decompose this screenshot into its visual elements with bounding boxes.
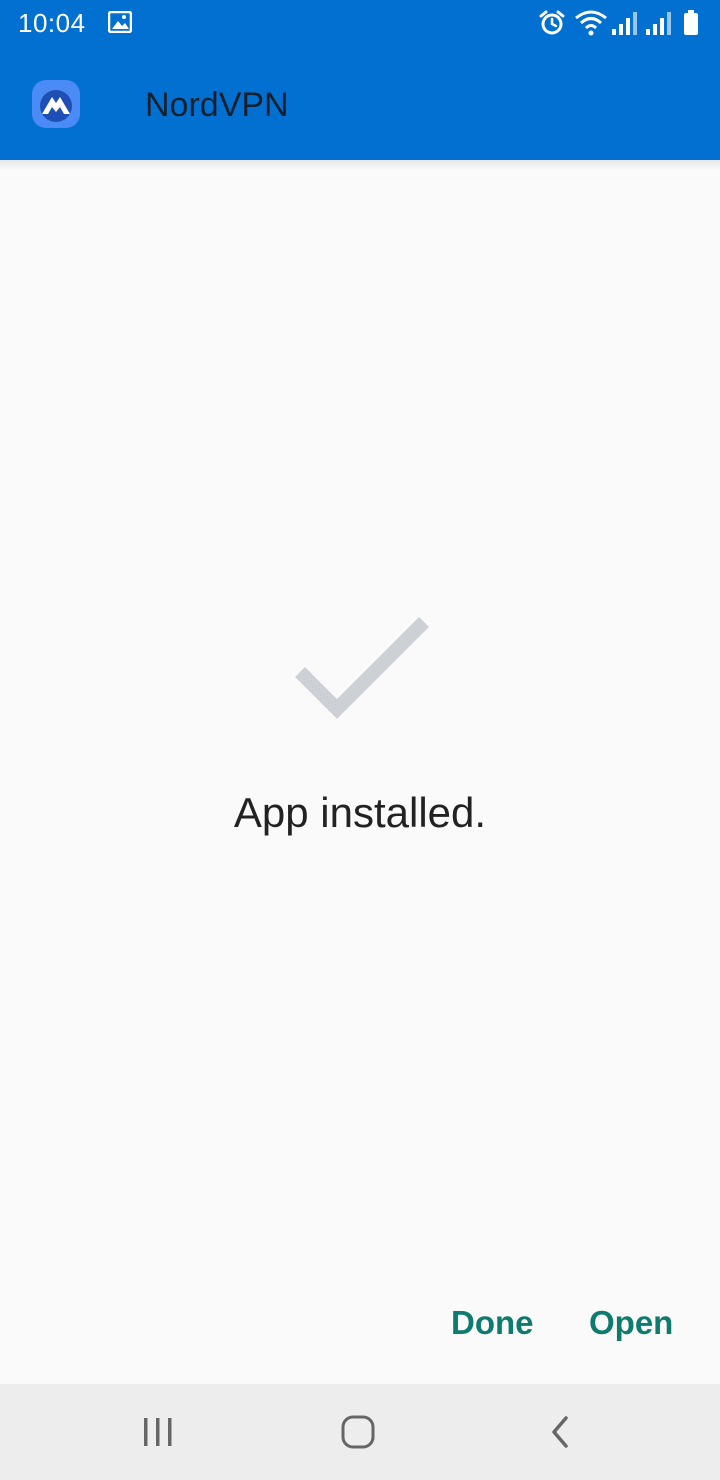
checkmark-icon [295,617,429,719]
nordvpn-app-icon [32,80,80,128]
navigation-bar [0,1384,720,1480]
open-button[interactable]: Open [587,1300,675,1346]
home-icon[interactable] [338,1412,378,1452]
app-title: NordVPN [145,86,289,124]
recents-icon[interactable] [140,1412,176,1452]
signal-icon [646,12,671,35]
alarm-icon [539,10,565,35]
status-time: 10:04 [18,8,86,38]
app-bar-shadow [0,160,720,170]
status-bar: 10:04 [0,0,720,46]
done-button[interactable]: Done [449,1300,536,1346]
gallery-icon [108,11,132,33]
install-status-message: App installed. [233,789,487,836]
signal-icon [612,12,637,35]
battery-icon [684,10,698,35]
app-bar: NordVPN [0,46,720,160]
back-icon[interactable] [546,1412,576,1452]
wifi-icon [575,10,607,36]
